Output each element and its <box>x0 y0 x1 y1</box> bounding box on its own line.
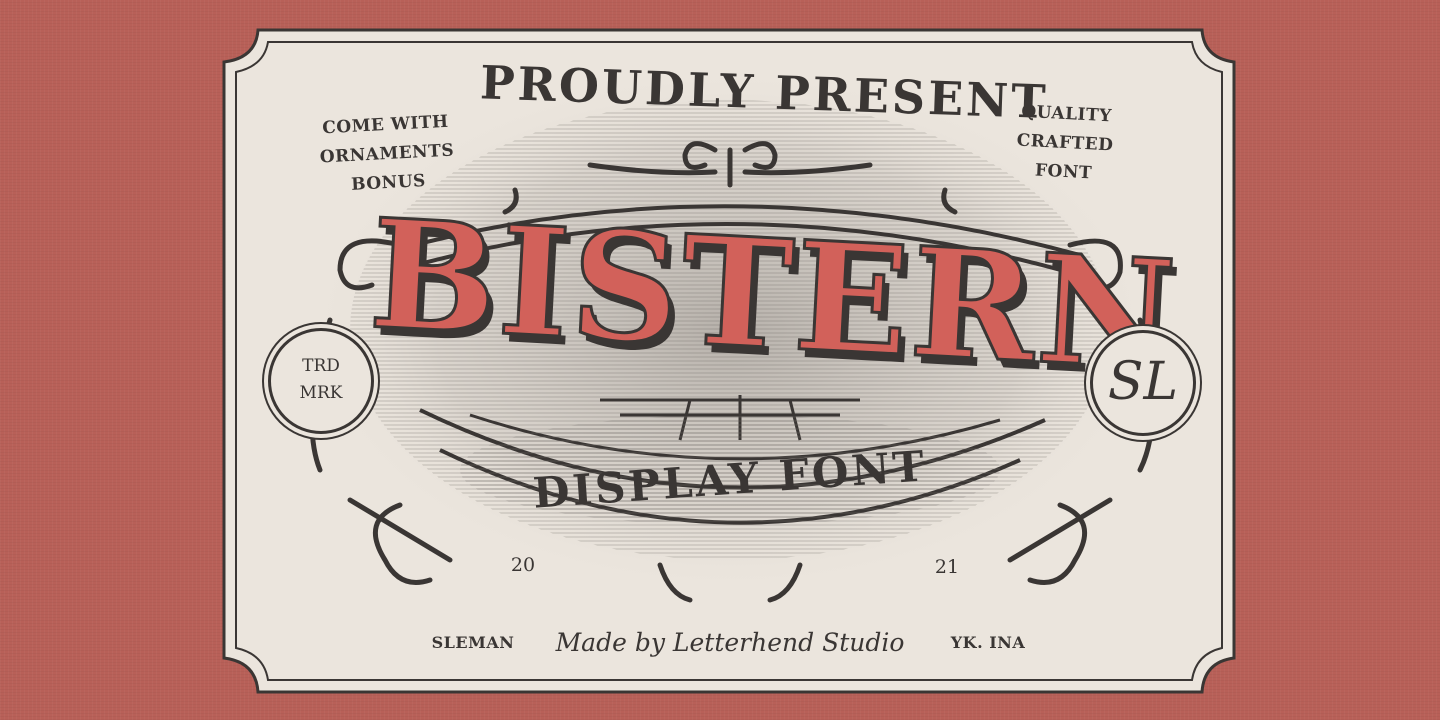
main-title-bistern: BISTERN <box>364 185 1182 406</box>
year-left: 20 <box>510 554 536 576</box>
footer-location-left: SLEMAN <box>431 633 515 652</box>
monogram-badge: SL <box>1090 330 1196 436</box>
year-right: 21 <box>934 556 960 578</box>
trademark-line: MRK <box>299 383 343 403</box>
studio-signature: Made by Letterhend Studio <box>555 628 905 657</box>
notes-right: QUALITY CRAFTED FONT <box>988 96 1142 191</box>
trademark-badge: TRD MRK <box>268 328 374 434</box>
trademark-line: TRD <box>302 356 340 376</box>
footer-location-right: YK. INA <box>950 633 1026 652</box>
monogram-text: SL <box>1107 352 1179 412</box>
trademark-text: TRD MRK <box>271 353 371 407</box>
